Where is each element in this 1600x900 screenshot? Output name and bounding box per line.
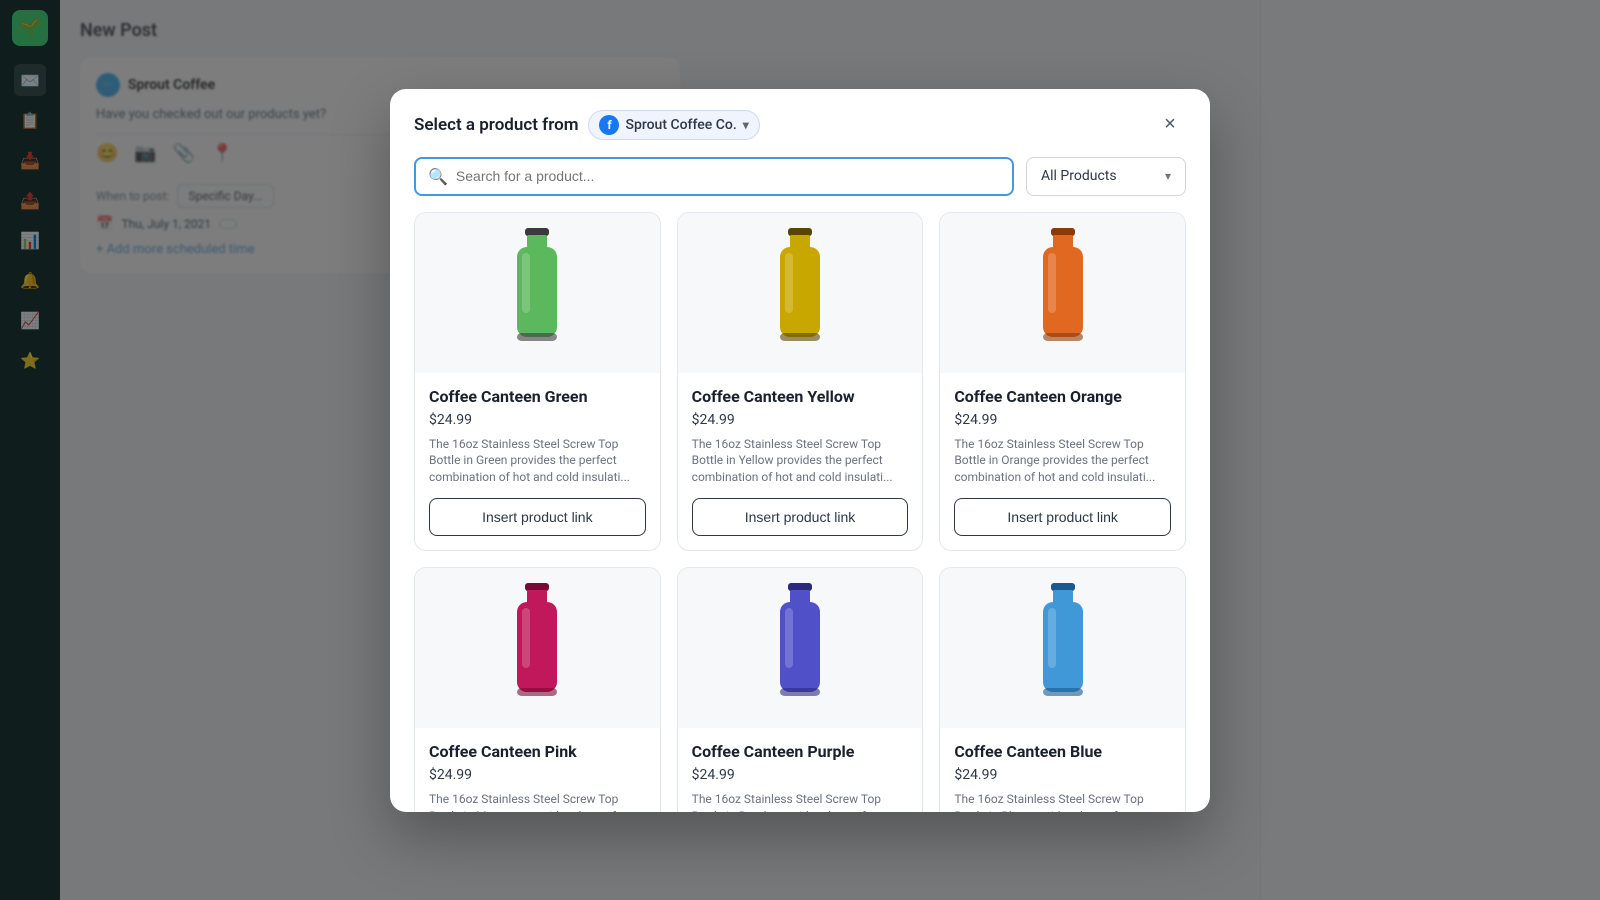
products-grid: Coffee Canteen Green $24.99 The 16oz Sta… [390,212,1210,812]
search-box: 🔍 [414,157,1014,196]
bottle-svg [1023,583,1103,713]
filter-chevron-icon: ▾ [1165,169,1171,183]
facebook-icon: f [599,115,619,135]
search-icon: 🔍 [428,167,448,186]
modal-header: Select a product from f Sprout Coffee Co… [390,89,1210,157]
product-card-yellow: Coffee Canteen Yellow $24.99 The 16oz St… [677,212,924,551]
insert-product-button-orange[interactable]: Insert product link [954,498,1171,536]
insert-product-button-yellow[interactable]: Insert product link [692,498,909,536]
product-desc-purple: The 16oz Stainless Steel Screw Top Bottl… [692,791,909,812]
bottle-svg [1023,228,1103,358]
product-select-modal: Select a product from f Sprout Coffee Co… [390,89,1210,812]
product-card-green: Coffee Canteen Green $24.99 The 16oz Sta… [414,212,661,551]
product-card-purple: Coffee Canteen Purple $24.99 The 16oz St… [677,567,924,812]
source-selector[interactable]: f Sprout Coffee Co. ▾ [588,110,759,140]
insert-product-button-green[interactable]: Insert product link [429,498,646,536]
bottle-svg [497,583,577,713]
modal-title: Select a product from f Sprout Coffee Co… [414,110,760,140]
product-desc-blue: The 16oz Stainless Steel Screw Top Bottl… [954,791,1171,812]
product-image-pink [415,568,660,728]
product-name-pink: Coffee Canteen Pink [429,742,646,761]
product-desc-green: The 16oz Stainless Steel Screw Top Bottl… [429,436,646,486]
bottle-svg [497,228,577,358]
product-info-green: Coffee Canteen Green $24.99 The 16oz Sta… [415,373,660,498]
filter-dropdown[interactable]: All Products ▾ [1026,157,1186,196]
product-name-yellow: Coffee Canteen Yellow [692,387,909,406]
product-image-yellow [678,213,923,373]
product-price-pink: $24.99 [429,767,646,783]
filter-label: All Products [1041,168,1157,184]
product-price-blue: $24.99 [954,767,1171,783]
product-card-pink: Coffee Canteen Pink $24.99 The 16oz Stai… [414,567,661,812]
product-info-yellow: Coffee Canteen Yellow $24.99 The 16oz St… [678,373,923,498]
product-price-purple: $24.99 [692,767,909,783]
product-image-purple [678,568,923,728]
product-price-green: $24.99 [429,412,646,428]
source-name: Sprout Coffee Co. [625,117,736,133]
product-info-orange: Coffee Canteen Orange $24.99 The 16oz St… [940,373,1185,498]
product-price-orange: $24.99 [954,412,1171,428]
product-image-green [415,213,660,373]
product-info-pink: Coffee Canteen Pink $24.99 The 16oz Stai… [415,728,660,812]
product-name-orange: Coffee Canteen Orange [954,387,1171,406]
product-card-orange: Coffee Canteen Orange $24.99 The 16oz St… [939,212,1186,551]
product-name-blue: Coffee Canteen Blue [954,742,1171,761]
product-desc-orange: The 16oz Stainless Steel Screw Top Bottl… [954,436,1171,486]
product-image-blue [940,568,1185,728]
product-info-purple: Coffee Canteen Purple $24.99 The 16oz St… [678,728,923,812]
product-desc-pink: The 16oz Stainless Steel Screw Top Bottl… [429,791,646,812]
product-name-green: Coffee Canteen Green [429,387,646,406]
product-desc-yellow: The 16oz Stainless Steel Screw Top Bottl… [692,436,909,486]
source-chevron-icon: ▾ [743,118,749,132]
bottle-svg [760,228,840,358]
modal-overlay: Select a product from f Sprout Coffee Co… [0,0,1600,900]
product-price-yellow: $24.99 [692,412,909,428]
bottle-svg [760,583,840,713]
search-input[interactable] [456,168,1000,184]
close-button[interactable]: × [1154,109,1186,141]
product-image-orange [940,213,1185,373]
product-info-blue: Coffee Canteen Blue $24.99 The 16oz Stai… [940,728,1185,812]
product-card-blue: Coffee Canteen Blue $24.99 The 16oz Stai… [939,567,1186,812]
modal-toolbar: 🔍 All Products ▾ [390,157,1210,212]
product-name-purple: Coffee Canteen Purple [692,742,909,761]
